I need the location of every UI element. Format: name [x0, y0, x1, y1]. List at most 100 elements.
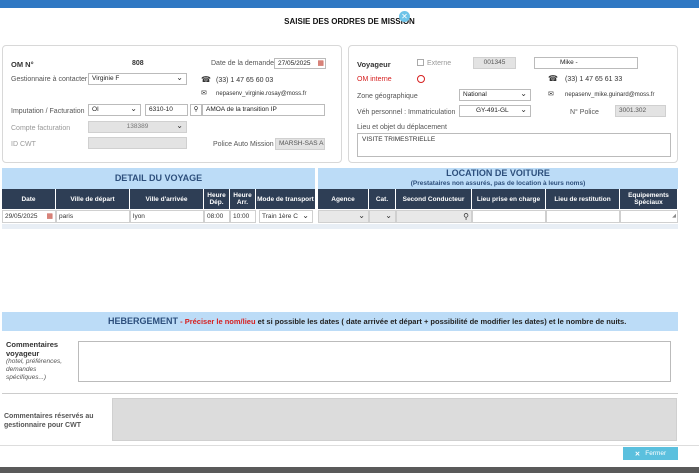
commentaires-textarea[interactable]: [78, 341, 671, 382]
idcwt-label: ID CWT: [11, 141, 36, 148]
phone-icon: ☎: [201, 75, 211, 84]
col-heure-dep: Heure Dép.: [204, 189, 230, 209]
resize-icon: ◢: [672, 213, 676, 219]
hebergement-instruction-red: Préciser le nom/lieu: [184, 317, 256, 326]
col-mode: Mode de transport: [256, 189, 316, 209]
location-section-header: LOCATION DE VOITURE (Prestataires non as…: [318, 168, 678, 189]
veh-value: GY-491-GL: [476, 107, 509, 114]
commentaires-cwt-label: Commentaires réservés au gestionnaire po…: [4, 413, 94, 429]
fermer-button[interactable]: ✕ Fermer: [623, 447, 678, 460]
commentaires-cwt-textarea[interactable]: [112, 398, 677, 441]
om-interne-label: OM interne: [357, 76, 392, 83]
om-number: 808: [132, 60, 144, 67]
col-agence: Agence: [318, 189, 369, 209]
voyageur-name-input[interactable]: Mike -: [534, 57, 638, 69]
gestionnaire-label: Gestionnaire à contacter: [11, 76, 88, 83]
row-agence-select[interactable]: [318, 210, 369, 223]
compte-label: Compte facturation: [11, 125, 71, 132]
gestionnaire-select[interactable]: Virginie F: [88, 73, 187, 85]
row-mode-value: Train 1ère C: [262, 213, 298, 220]
imputation-label: Imputation / Facturation: [11, 108, 85, 115]
close-icon: ✕: [634, 450, 641, 458]
zone-label: Zone géographique: [357, 93, 418, 100]
veh-label: Véh personnel : Immatriculation: [357, 109, 456, 116]
voyageur-email: nepasenv_mike.guinard@moss.fr: [565, 92, 655, 98]
mission-order-modal: SAISIE DES ORDRES DE MISSION ✕ OM N° 808…: [0, 0, 699, 467]
search-icon[interactable]: ⚲: [190, 104, 202, 116]
col-second-conducteur: Second Conducteur: [396, 189, 472, 209]
col-lieu-restitution: Lieu de restitution: [546, 189, 620, 209]
gestionnaire-email: nepasenv_virginie.rosay@moss.fr: [216, 91, 307, 97]
hebergement-sep: -: [178, 317, 185, 326]
row-arrivee-input[interactable]: lyon: [130, 210, 204, 223]
radio-icon[interactable]: [417, 75, 425, 83]
row-equipements-input[interactable]: ◢: [620, 210, 678, 223]
calendar-icon[interactable]: ▦: [317, 59, 324, 68]
commentaires-hint: (hotel, préférences, demandes spécifique…: [6, 358, 63, 381]
voyageur-id-input[interactable]: 001345: [473, 57, 516, 69]
col-arrivee: Ville d'arrivée: [130, 189, 204, 209]
zone-select[interactable]: National: [459, 89, 531, 101]
zone-value: National: [463, 91, 487, 98]
row-date-value: 29/05/2025: [5, 213, 38, 220]
hebergement-instruction: et si possible les dates ( date arrivée …: [255, 317, 627, 326]
calendar-icon[interactable]: ▦: [46, 211, 53, 222]
location-section-subtitle: (Prestataires non assurés, pas de locati…: [410, 180, 586, 187]
date-value: 27/05/2025: [278, 60, 311, 67]
lieu-textarea[interactable]: VISITE TRIMESTRIELLE: [357, 133, 671, 157]
imputation-desc-input[interactable]: AMOA de la transition IP: [202, 104, 325, 116]
close-circle-icon[interactable]: ✕: [399, 11, 410, 22]
gestionnaire-phone: (33) 1 47 65 60 03: [216, 77, 274, 84]
col-cat: Cat.: [369, 189, 396, 209]
page-title: SAISIE DES ORDRES DE MISSION: [284, 17, 415, 26]
mail-icon: ✉: [201, 90, 207, 97]
col-lieu-prise: Lieu prise en charge: [472, 189, 546, 209]
lieu-value: VISITE TRIMESTRIELLE: [362, 136, 436, 143]
row-heure-dep-input[interactable]: 08:00: [204, 210, 230, 223]
col-date: Date: [2, 189, 56, 209]
lieu-label: Lieu et objet du déplacement: [357, 124, 447, 131]
veh-select[interactable]: GY-491-GL: [459, 105, 531, 117]
checkbox-icon[interactable]: [417, 59, 424, 66]
imputation-code-input[interactable]: 6310-10: [145, 104, 188, 116]
divider: [2, 393, 678, 394]
imputation-select-value: OI: [92, 106, 99, 113]
row-depart-input[interactable]: paris: [56, 210, 130, 223]
phone-icon: ☎: [548, 74, 558, 83]
row-heure-arr-input[interactable]: 10:00: [230, 210, 256, 223]
date-field[interactable]: 27/05/2025 ▦: [274, 58, 326, 69]
col-heure-arr: Heure Arr.: [230, 189, 256, 209]
compte-value: 138389: [126, 123, 149, 130]
date-label: Date de la demande: [211, 60, 275, 67]
voyageur-label: Voyageur: [357, 60, 391, 69]
search-icon[interactable]: ⚲: [463, 211, 469, 222]
npolice-input[interactable]: 3001.302: [615, 105, 666, 117]
row-second-conducteur-input[interactable]: ⚲: [396, 210, 472, 223]
commentaires-label-block: Commentaires voyageur (hotel, préférence…: [6, 340, 76, 382]
row-mode-select[interactable]: Train 1ère C: [259, 210, 313, 223]
hebergement-title: HEBERGEMENT: [108, 316, 179, 326]
imputation-select[interactable]: OI: [88, 104, 141, 116]
table-scroll-strip: [2, 224, 678, 229]
police-input[interactable]: MARSH-SAS AI: [275, 138, 325, 150]
top-bar: [0, 0, 699, 8]
row-cat-select[interactable]: [369, 210, 396, 223]
row-lieu-restitution-input[interactable]: [546, 210, 620, 223]
col-depart: Ville de départ: [56, 189, 130, 209]
col-equipements: Equipements Spéciaux: [620, 189, 678, 209]
fermer-label: Fermer: [645, 450, 667, 457]
hebergement-header: HEBERGEMENT - Préciser le nom/lieu et si…: [2, 312, 678, 331]
commentaires-label: Commentaires voyageur: [6, 340, 59, 358]
police-label: Police Auto Mission: [213, 141, 274, 148]
row-date-cell[interactable]: 29/05/2025 ▦: [2, 210, 56, 223]
row-lieu-prise-input[interactable]: [472, 210, 546, 223]
npolice-label: N° Police: [570, 109, 599, 116]
gestionnaire-value: Virginie F: [92, 75, 120, 82]
externe-label: Externe: [427, 60, 452, 67]
compte-select[interactable]: 138389: [88, 121, 187, 133]
om-label: OM N°: [11, 60, 34, 69]
voyage-section-title: DETAIL DU VOYAGE: [2, 168, 315, 189]
location-section-title: LOCATION DE VOITURE: [446, 168, 550, 178]
idcwt-input[interactable]: [88, 137, 187, 149]
footer-divider: [0, 445, 699, 446]
